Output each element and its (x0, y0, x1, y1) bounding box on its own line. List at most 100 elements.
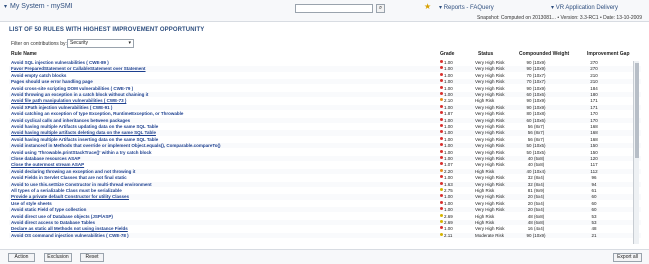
table-row[interactable]: Provide a private default Constructor fo… (9, 194, 641, 200)
rule-link[interactable]: Avoid static Field of type collection (11, 207, 426, 212)
status-cell: Very High Risk (475, 143, 505, 149)
table-row[interactable]: Avoid to use this.setSize Constructor in… (9, 181, 641, 187)
reports-menu[interactable]: ▾ Reports - FAQuery (439, 4, 494, 11)
rule-link[interactable]: Close database resources ASAP (11, 156, 426, 161)
table-row[interactable]: Avoid direct access to Database Tables 2.… (9, 220, 641, 226)
grade-status-icon (440, 92, 443, 95)
column-rule-name[interactable]: Rule Name (11, 51, 37, 57)
status-cell: Moderate Risk (475, 232, 505, 238)
column-grade[interactable]: Grade (440, 51, 454, 57)
rule-link[interactable]: Avoid having multiple Artifacts insertin… (11, 137, 426, 142)
improvement-gap-cell: 48 (591, 226, 597, 232)
table-row[interactable]: Avoid file path manipulation vulnerabili… (9, 98, 641, 103)
table-row[interactable]: Avoid having multiple artifacts deleting… (9, 130, 641, 136)
rule-link[interactable]: Avoid direct access to Database Tables (11, 220, 426, 225)
rule-link[interactable]: Avoid to use this.setSize Constructor in… (11, 182, 426, 187)
rule-link[interactable]: Avoid Fields in Servlet Classes that are… (11, 175, 426, 180)
table-row[interactable]: Favor PreparedStatement or CallableState… (9, 66, 641, 72)
improvement-gap-cell: 117 (590, 162, 598, 168)
table-row[interactable]: Avoid having multiple Artifacts updating… (9, 124, 641, 129)
rule-link[interactable]: Avoid instanceof in Methods that overrid… (11, 143, 426, 148)
page-title: LIST OF 50 RULES WITH HIGHEST IMPROVEMEN… (9, 27, 205, 33)
search-input[interactable] (295, 4, 373, 13)
scrollbar-thumb[interactable] (635, 63, 639, 158)
weight-cell: 90 (10x9) (526, 66, 546, 72)
rule-link[interactable]: Provide a private default Constructor fo… (11, 194, 426, 199)
table-row[interactable]: Avoid declaring throwing an exception an… (9, 168, 641, 174)
grade-value: 1.00 (444, 156, 453, 161)
export-all-button[interactable]: Export all (613, 253, 642, 262)
weight-cell: 48 (6x8) (527, 213, 545, 219)
table-row[interactable]: Avoid catching an exception of type Exce… (9, 111, 641, 116)
grade-value: 2.20 (444, 168, 453, 174)
status-cell: Very High Risk (475, 66, 505, 72)
rule-link[interactable]: All types of a serializable Class must b… (11, 188, 426, 193)
grade-cell: 1.00 (440, 149, 453, 155)
table-row[interactable]: Avoid Fields in Servlet Classes that are… (9, 175, 641, 180)
grade-status-icon (440, 111, 443, 115)
table-row[interactable]: Avoid cross-site scripting DOM vulnerabi… (9, 85, 641, 91)
column-status[interactable]: Status (478, 51, 493, 57)
table-row[interactable]: Avoid cyclical calls and inheritances be… (9, 117, 641, 123)
rule-link[interactable]: Pages should use error handling page (11, 79, 426, 84)
table-row[interactable]: Close the outermost stream ASAP 1.07 Very … (9, 162, 641, 167)
expand-arrow-icon: ▾ (4, 4, 8, 10)
rule-link[interactable]: Close the outermost stream ASAP (11, 162, 426, 167)
favorite-icon[interactable]: ★ (424, 2, 431, 11)
grade-value: 1.00 (444, 85, 453, 91)
table-row[interactable]: Avoid using 'Throwable.printStackTrace()… (9, 149, 641, 155)
rule-link[interactable]: Declare as static all Methods not using … (11, 226, 426, 231)
contribution-filter-select[interactable]: Security (67, 39, 134, 48)
rule-link[interactable]: Favor PreparedStatement or CallableState… (11, 66, 426, 71)
table-row[interactable]: Pages should use error handling page 1.00… (9, 79, 641, 85)
table-row[interactable]: Avoid throwing an exception in a catch b… (9, 92, 641, 98)
table-row[interactable]: Avoid OS command injection vulnerabiliti… (9, 232, 641, 238)
table-row[interactable]: Avoid SQL injection vulnerabilities ( CW… (9, 60, 641, 65)
rule-link[interactable]: Avoid declaring throwing an exception an… (11, 169, 426, 174)
grade-status-icon (440, 85, 443, 89)
rule-link[interactable]: Avoid OS command injection vulnerabiliti… (11, 233, 426, 238)
rule-link[interactable]: Avoid cross-site scripting DOM vulnerabi… (11, 86, 426, 91)
rule-link[interactable]: Avoid direct use of Database objects (JS… (11, 214, 426, 219)
column-improvement-gap[interactable]: Improvement Gap (587, 51, 630, 57)
table-row[interactable]: Close database resources ASAP 1.00 Very Hi… (9, 156, 641, 162)
grade-cell: 1.00 (440, 207, 453, 212)
grade-cell: 1.00 (440, 143, 453, 148)
reset-button[interactable]: Reset (80, 253, 104, 262)
exclusion-button[interactable]: Exclusion (44, 253, 72, 262)
table-row[interactable]: Avoid direct use of Database objects (JS… (9, 213, 641, 219)
table-row[interactable]: Avoid XPath injection vulnerabilities ( … (9, 104, 641, 110)
table-row[interactable]: Declare as static all Methods not using … (9, 226, 641, 231)
rule-link[interactable]: Avoid having multiple Artifacts updating… (11, 124, 426, 129)
rule-link[interactable]: Avoid XPath injection vulnerabilities ( … (11, 105, 426, 110)
grade-cell: 2.10 (440, 98, 453, 103)
rule-link[interactable]: Avoid catching an exception of type Exce… (11, 111, 426, 116)
rule-link[interactable]: Avoid using 'Throwable.printStackTrace()… (11, 150, 426, 155)
improvement-gap-cell: 60 (591, 194, 597, 200)
rule-link[interactable]: Avoid throwing an exception in a catch b… (11, 92, 426, 97)
breadcrumb[interactable]: ▾ My System - mySMI (4, 3, 73, 10)
rule-link[interactable]: Avoid empty catch blocks (11, 73, 426, 78)
table-row[interactable]: All types of a serializable Class must b… (9, 188, 641, 193)
rule-link[interactable]: Avoid having multiple artifacts deleting… (11, 130, 426, 135)
table-row[interactable]: Use of style sheets 1.00 Very High Risk 20 … (9, 200, 641, 206)
action-button[interactable]: Action (8, 253, 35, 262)
search-button[interactable]: ⌕ (376, 4, 385, 13)
status-cell: Very High Risk (475, 130, 505, 136)
weight-cell: 20 (5x4) (527, 200, 545, 206)
weight-cell: 40 (10x4) (526, 168, 546, 174)
rule-link[interactable]: Avoid cyclical calls and inheritances be… (11, 118, 426, 123)
table-row[interactable]: Avoid empty catch blocks 1.00 Very High Ri… (9, 72, 641, 78)
rule-link[interactable]: Avoid file path manipulation vulnerabili… (11, 98, 426, 103)
rule-link[interactable]: Use of style sheets (11, 201, 426, 206)
column-compounded-weight[interactable]: Compounded Weight (519, 51, 569, 57)
status-cell: Very High Risk (475, 194, 505, 200)
rule-link[interactable]: Avoid SQL injection vulnerabilities ( CW… (11, 60, 426, 65)
application-menu[interactable]: ▾ VR Application Delivery (551, 4, 618, 11)
table-row[interactable]: Avoid static Field of type collection 1.0… (9, 207, 641, 213)
table-scrollbar[interactable] (633, 61, 639, 244)
table-row[interactable]: Avoid having multiple Artifacts insertin… (9, 136, 641, 142)
grade-status-icon (440, 207, 443, 211)
grade-value: 1.00 (444, 117, 453, 123)
table-row[interactable]: Avoid instanceof in Methods that overrid… (9, 143, 641, 149)
